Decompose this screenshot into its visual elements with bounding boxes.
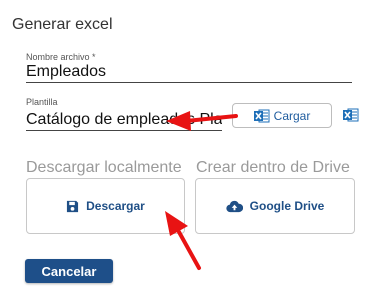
annotation-arrow-download [165,211,201,270]
annotation-arrow-upload [166,111,238,131]
annotation-overlay [165,111,238,270]
